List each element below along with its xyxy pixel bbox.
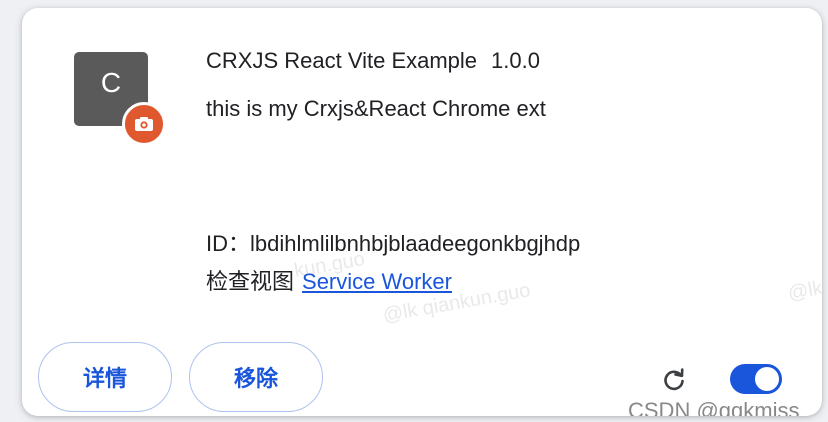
service-worker-link[interactable]: Service Worker [302, 269, 452, 294]
toggle-knob [755, 367, 779, 391]
extension-name: CRXJS React Vite Example [206, 48, 478, 73]
extension-icon-letter: C [100, 67, 122, 98]
watermark-right: @lk [786, 277, 822, 305]
extension-id-label: ID： [206, 231, 251, 256]
inspect-views-label: 检查视图 [206, 269, 295, 294]
extension-id: ID：lbdihlmlilbnhbjblaadeegonkbgjhdp [206, 226, 580, 258]
inspect-views: 检查视图 Service Worker [206, 264, 452, 296]
details-button[interactable]: 详情 [38, 342, 172, 412]
extension-description: this is my Crxjs&React Chrome ext [206, 96, 546, 121]
extension-id-value: lbdihlmlilbnhbjblaadeegonkbgjhdp [250, 231, 581, 256]
camera-icon [122, 102, 166, 146]
enable-toggle[interactable] [730, 364, 782, 394]
remove-button[interactable]: 移除 [189, 342, 323, 412]
extension-card: C CRXJS React Vite Example 1.0.0 this is … [22, 8, 822, 416]
extension-title: CRXJS React Vite Example 1.0.0 [206, 48, 540, 74]
csdn-watermark: CSDN @gqkmiss [628, 398, 800, 416]
reload-icon[interactable] [656, 362, 692, 398]
extension-version: 1.0.0 [491, 48, 540, 73]
